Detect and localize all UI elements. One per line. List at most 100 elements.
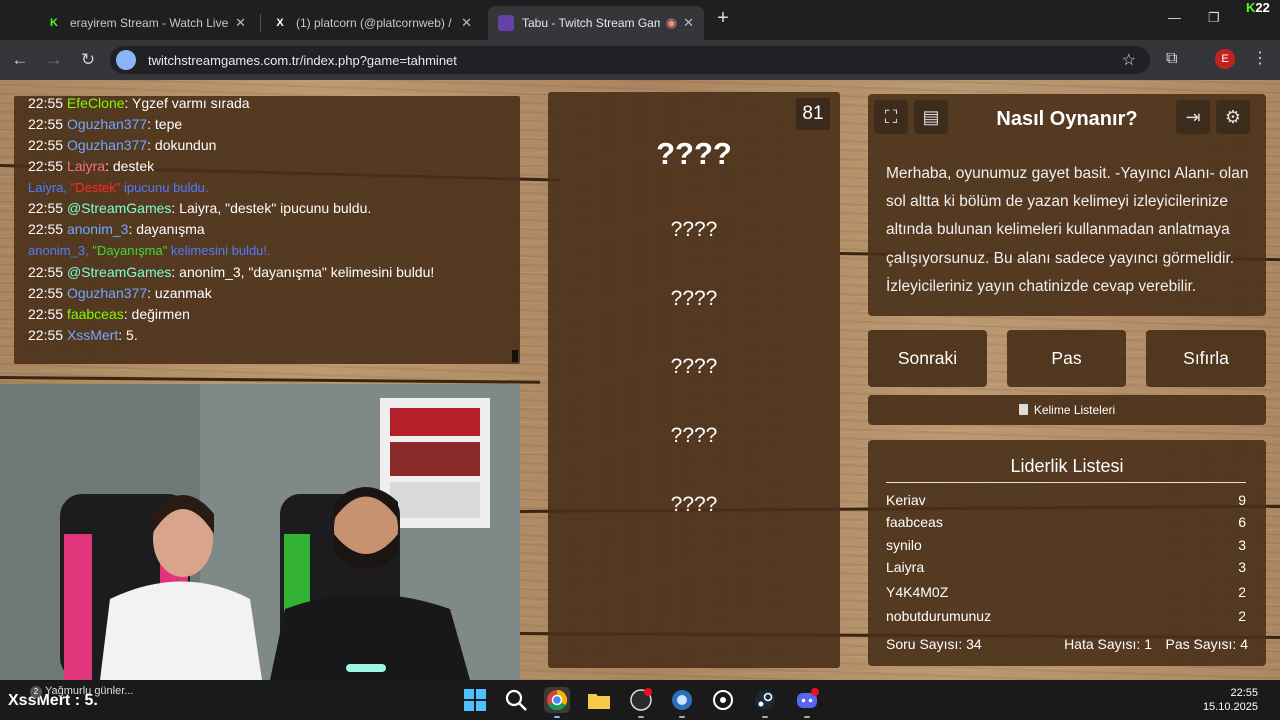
system-clock[interactable]: 22:55 15.10.2025	[1203, 686, 1258, 714]
running-indicator	[762, 716, 768, 718]
back-arrow-icon[interactable]: ←	[10, 50, 30, 70]
player-name: nobutdurumunuz	[886, 608, 992, 624]
chat-username[interactable]: faabceas	[67, 306, 124, 322]
extensions-icon[interactable]: ⧉	[1166, 50, 1177, 68]
chat-username[interactable]: @StreamGames	[67, 200, 171, 216]
tab-x[interactable]: X (1) platcorn (@platcornweb) / X ✕	[262, 6, 482, 40]
chat-text: kelimesini buldu!.	[167, 243, 271, 258]
forbidden-word: ????	[670, 218, 718, 241]
leaderboard-list-continued[interactable]: Y4K4M0Z 2 nobutdurumunuz 2	[886, 584, 1248, 628]
chatgpt-glyph	[713, 690, 733, 710]
player-score: 3	[1238, 559, 1246, 575]
leaderboard-row: faabceas 6	[886, 514, 1248, 536]
address-bar[interactable]: twitchstreamgames.com.tr/index.php?game=…	[110, 46, 1150, 74]
chat-system-message: anonim_3, "Dayanışma" kelimesini buldu!.	[28, 243, 271, 258]
chat-text: : değirmen	[123, 306, 190, 322]
tab-title: (1) platcorn (@platcornweb) / X	[296, 16, 456, 30]
reload-icon[interactable]: ↻	[78, 50, 98, 70]
restore-icon[interactable]: ❐	[1208, 10, 1220, 26]
forbidden-word: ????	[670, 355, 718, 378]
tab-kick[interactable]: K erayirem Stream - Watch Live o ✕	[36, 6, 256, 40]
word-card-panel: 81 ???? ???? ???? ???? ???? ????	[548, 92, 840, 668]
minimize-icon[interactable]: —	[1168, 10, 1181, 25]
close-tab-icon[interactable]: ✕	[683, 15, 694, 31]
player-name: faabceas	[886, 514, 943, 530]
leaderboard-panel: Liderlik Listesi Keriav 9 faabceas 6 syn…	[868, 440, 1266, 666]
chat-username[interactable]: anonim_3	[67, 221, 129, 237]
chat-username: anonim_3,	[28, 243, 93, 258]
chrome-logo	[547, 689, 568, 711]
webcam-image	[0, 384, 520, 680]
chat-username[interactable]: @StreamGames	[67, 264, 171, 280]
chat-time: 22:55	[28, 306, 64, 322]
windows-start-icon[interactable]	[462, 687, 488, 713]
obs-icon[interactable]	[628, 687, 654, 713]
leaderboard-row: Y4K4M0Z 2	[886, 584, 1248, 606]
app-glyph	[672, 690, 692, 710]
chat-message: 22:55 Laiyra: destek	[28, 158, 154, 174]
running-indicator	[638, 716, 644, 718]
chat-username[interactable]: Oguzhan377	[67, 285, 147, 301]
leaderboard-list[interactable]: Keriav 9 faabceas 6 synilo 3 Laiyra 3	[886, 492, 1248, 584]
chat-username[interactable]: EfeClone	[67, 95, 125, 111]
wood-gap	[0, 376, 540, 384]
leaderboard-row: synilo 3	[886, 537, 1248, 559]
chat-message: 22:55 Oguzhan377: uzanmak	[28, 285, 212, 301]
player-score: 2	[1238, 608, 1246, 624]
steam-icon[interactable]	[752, 687, 778, 713]
new-tab-button[interactable]: +	[712, 8, 734, 30]
site-info-icon[interactable]	[116, 50, 136, 70]
chatgpt-icon[interactable]	[710, 687, 736, 713]
close-tab-icon[interactable]: ✕	[235, 15, 246, 31]
file-explorer-icon[interactable]	[586, 687, 612, 713]
chat-time: 22:55	[28, 95, 64, 111]
pass-button[interactable]: Pas	[1007, 330, 1126, 387]
forbidden-word: ????	[670, 287, 718, 310]
chat-text: : 5.	[118, 327, 138, 343]
profile-avatar[interactable]: E	[1215, 49, 1235, 69]
folder-glyph	[588, 694, 610, 709]
bookmark-star-icon[interactable]: ☆	[1122, 50, 1136, 70]
tab-title: Tabu - Twitch Stream Game	[522, 16, 660, 30]
player-score: 3	[1238, 537, 1246, 553]
forward-arrow-icon[interactable]: →	[44, 50, 64, 70]
kick-badge-letter: K	[1246, 0, 1256, 15]
menu-icon[interactable]: ⋮	[1252, 48, 1268, 68]
chat-text: ipucunu buldu.	[120, 180, 209, 195]
word-lists-label: Kelime Listeleri	[1033, 403, 1116, 417]
logout-icon[interactable]: ⇥	[1176, 100, 1210, 134]
chrome-icon[interactable]	[544, 687, 570, 713]
chat-username[interactable]: Laiyra	[67, 158, 105, 174]
player-score: 6	[1238, 514, 1246, 530]
info-text: Merhaba, oyunumuz gayet basit. -Yayıncı …	[886, 165, 1249, 295]
settings-gear-icon[interactable]: ⚙	[1216, 100, 1250, 134]
chat-scrollbar[interactable]	[512, 350, 518, 362]
obs-glyph	[630, 688, 652, 711]
chat-message: 22:55 Oguzhan377: dokundun	[28, 137, 216, 153]
discord-glyph	[797, 688, 819, 708]
word-lists-button[interactable]: Kelime Listeleri	[868, 395, 1266, 425]
chat-text: : Ygzef varmı sırada	[124, 95, 250, 111]
reset-button[interactable]: Sıfırla	[1146, 330, 1266, 387]
search-icon[interactable]	[503, 687, 529, 713]
chat-message: 22:55 anonim_3: dayanışma	[28, 221, 205, 237]
chat-username[interactable]: XssMert	[67, 327, 118, 343]
weather-widget[interactable]: 2 Yağmurlu günler...	[30, 685, 133, 698]
player-name: synilo	[886, 537, 922, 553]
leaderboard-title: Liderlik Listesi	[1010, 456, 1124, 476]
chat-username[interactable]: Oguzhan377	[67, 116, 147, 132]
tab-tabu[interactable]: Tabu - Twitch Stream Game ◉ ✕	[488, 6, 704, 40]
question-count: Soru Sayısı: 34	[886, 636, 982, 652]
app-icon[interactable]	[669, 687, 695, 713]
running-indicator	[804, 716, 810, 718]
close-tab-icon[interactable]: ✕	[461, 15, 472, 31]
chat-username[interactable]: Oguzhan377	[67, 137, 147, 153]
next-button[interactable]: Sonraki	[868, 330, 987, 387]
discord-icon[interactable]	[794, 687, 820, 713]
chat-text: : dokundun	[147, 137, 217, 153]
clock-date: 15.10.2025	[1202, 701, 1258, 713]
search-glyph	[505, 689, 527, 711]
steam-glyph	[755, 690, 775, 710]
player-score: 2	[1238, 584, 1246, 600]
tab-bar: K erayirem Stream - Watch Live o ✕ X (1)…	[0, 0, 1280, 40]
